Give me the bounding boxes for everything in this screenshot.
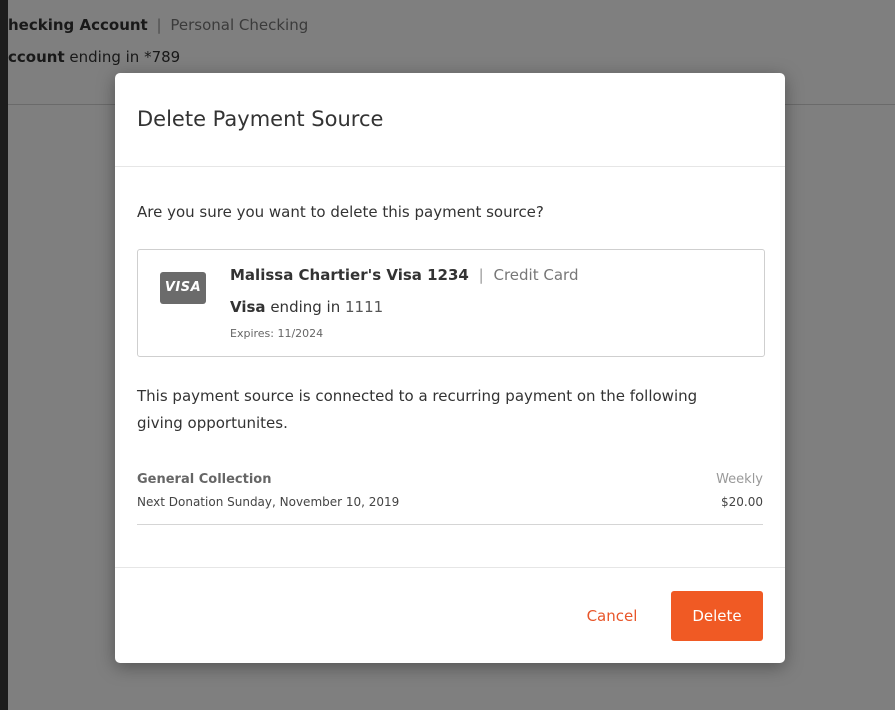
modal-title: Delete Payment Source bbox=[137, 107, 384, 131]
donation-amount: $20.00 bbox=[721, 495, 763, 509]
opportunity-name: General Collection bbox=[137, 472, 272, 487]
delete-payment-source-modal: Delete Payment Source Are you sure you w… bbox=[115, 73, 785, 663]
giving-opportunity-row: General Collection Weekly Next Donation … bbox=[137, 469, 763, 525]
modal-header: Delete Payment Source bbox=[115, 73, 785, 167]
visa-card-icon: VISA bbox=[160, 272, 206, 304]
card-type: Credit Card bbox=[493, 266, 579, 284]
payment-source-card: VISA Malissa Chartier's Visa 1234 | Cred… bbox=[137, 249, 765, 357]
cancel-button[interactable]: Cancel bbox=[577, 591, 647, 641]
delete-button[interactable]: Delete bbox=[671, 591, 763, 641]
card-title: Malissa Chartier's Visa 1234 | Credit Ca… bbox=[230, 266, 578, 284]
modal-footer: Cancel Delete bbox=[115, 567, 785, 664]
card-separator: | bbox=[478, 266, 484, 284]
confirm-message: Are you sure you want to delete this pay… bbox=[137, 203, 544, 221]
recurring-warning: This payment source is connected to a re… bbox=[137, 387, 698, 432]
card-ending-text: ending in bbox=[270, 298, 341, 316]
card-last4: 1111 bbox=[345, 298, 384, 316]
next-donation: Next Donation Sunday, November 10, 2019 bbox=[137, 495, 400, 509]
card-detail: Visa ending in 1111 bbox=[230, 298, 383, 316]
card-brand: Visa bbox=[230, 298, 266, 316]
card-expiration: Expires: 11/2024 bbox=[230, 327, 324, 340]
card-name: Malissa Chartier's Visa 1234 bbox=[230, 266, 469, 284]
opportunity-frequency: Weekly bbox=[716, 472, 763, 487]
